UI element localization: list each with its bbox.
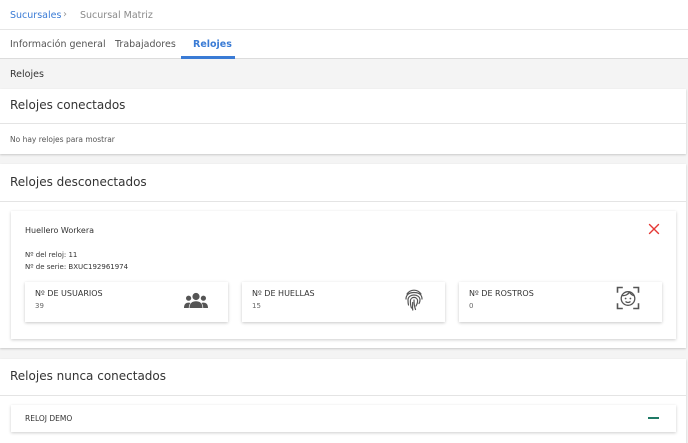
divider [0, 123, 686, 124]
divider [0, 201, 686, 202]
connected-clocks-card: Relojes conectados No hay relojes para m… [0, 89, 686, 154]
breadcrumb-current: Sucursal Matriz [80, 10, 153, 21]
minus-icon[interactable] [648, 417, 659, 419]
never-connected-title: Relojes nunca conectados [10, 369, 167, 383]
section-title: Relojes [10, 69, 44, 80]
users-icon [184, 292, 208, 308]
stat-card-fingerprints: Nº DE HUELLAS 15 [242, 282, 445, 322]
disconnected-clocks-title: Relojes desconectados [10, 175, 147, 189]
active-tab-indicator [181, 56, 235, 59]
stat-label: Nº DE HUELLAS [252, 289, 315, 298]
connected-clocks-title: Relojes conectados [10, 98, 126, 112]
tab-bar: Información general Trabajadores Relojes [0, 30, 688, 59]
stat-card-faces: Nº DE ROSTROS 0 [459, 282, 662, 322]
clock-list-item[interactable]: RELOJ DEMO [11, 405, 676, 432]
stat-value: 39 [35, 302, 44, 310]
empty-state-text: No hay relojes para mostrar [10, 135, 115, 144]
clock-item-label: RELOJ DEMO [25, 414, 73, 423]
tab-relojes[interactable]: Relojes [193, 39, 232, 50]
divider [0, 395, 686, 396]
face-scan-icon [616, 286, 640, 310]
tab-informacion-general[interactable]: Información general [10, 39, 106, 50]
stat-label: Nº DE USUARIOS [35, 289, 103, 298]
tab-trabajadores[interactable]: Trabajadores [115, 39, 176, 50]
clock-number: Nº del reloj: 11 [25, 251, 78, 259]
stat-card-users: Nº DE USUARIOS 39 [25, 282, 228, 322]
stat-value: 15 [252, 302, 261, 310]
clock-serial: Nº de serie: BXUC192961974 [25, 263, 129, 271]
breadcrumb: Sucursales › Sucursal Matriz [0, 0, 688, 30]
stat-label: Nº DE ROSTROS [469, 289, 534, 298]
clock-name: Huellero Workera [25, 226, 95, 235]
fingerprint-icon [405, 289, 423, 311]
chevron-right-icon: › [63, 9, 67, 20]
breadcrumb-link-sucursales[interactable]: Sucursales [10, 10, 61, 21]
close-icon[interactable] [648, 223, 660, 235]
stat-value: 0 [469, 302, 474, 310]
clock-card: Huellero Workera Nº del reloj: 11 Nº de … [11, 211, 676, 339]
